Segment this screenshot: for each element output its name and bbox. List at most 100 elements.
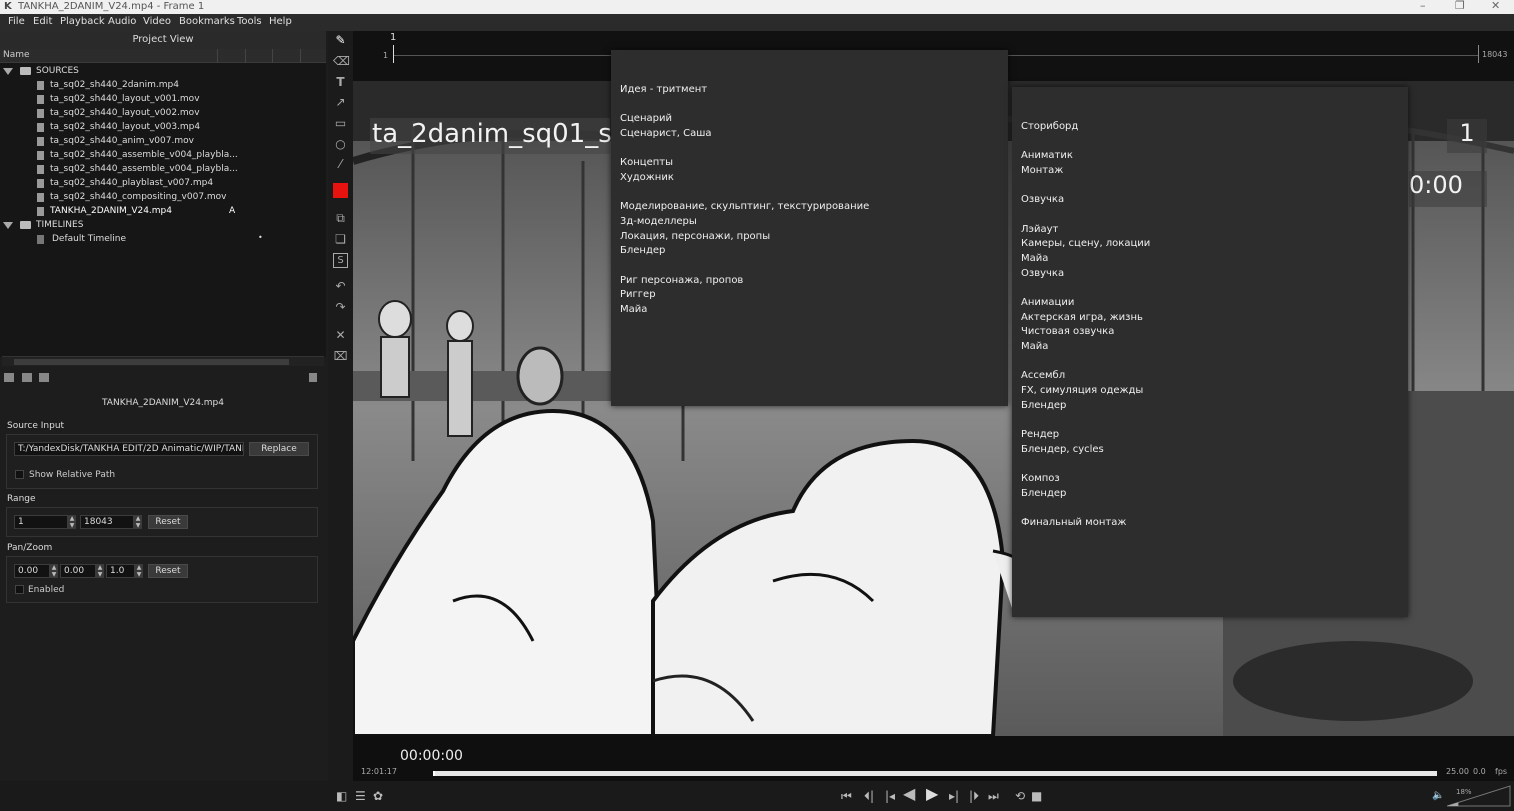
- project-tree[interactable]: Name SOURCES ta_sq02_sh440_2danim.mp4 ta…: [0, 49, 326, 357]
- list-item[interactable]: ta_sq02_sh440_assemble_v004_playbla...: [0, 149, 326, 163]
- rectangle-icon[interactable]: ▭: [333, 116, 348, 131]
- column-name[interactable]: Name: [3, 50, 30, 60]
- go-end-icon[interactable]: ⏭: [988, 789, 999, 803]
- color-swatch[interactable]: [333, 183, 348, 198]
- pan-y-spinner[interactable]: ▲ ▼: [96, 564, 104, 578]
- burnin-frame: 1: [1447, 119, 1487, 153]
- layout-icon[interactable]: ◧: [336, 789, 347, 803]
- range-end-field[interactable]: 18043: [80, 515, 134, 529]
- clear-icon[interactable]: ✕: [333, 328, 348, 343]
- menu-bookmarks[interactable]: Bookmarks: [179, 16, 235, 27]
- loop-icon[interactable]: ⟲: [1015, 789, 1025, 803]
- list-item[interactable]: Default Timeline •: [0, 233, 326, 247]
- list-item[interactable]: ta_sq02_sh440_assemble_v004_playbla...: [0, 163, 326, 177]
- new-folder-icon[interactable]: [4, 373, 14, 382]
- zoom-spinner[interactable]: ▲ ▼: [135, 564, 143, 578]
- range-start-spinner[interactable]: ▲ ▼: [68, 515, 76, 529]
- timeline-scrubber[interactable]: [433, 771, 1437, 776]
- stop-icon[interactable]: ■: [1031, 789, 1042, 803]
- circle-icon[interactable]: ○: [333, 137, 348, 152]
- pen-icon[interactable]: ✎: [333, 33, 348, 48]
- tree-folder-timelines[interactable]: TIMELINES: [0, 219, 326, 233]
- volume-icon[interactable]: 🔈: [1432, 789, 1444, 803]
- notes-popup-left[interactable]: Идея - тритмент Сценарий Сценарист, Саша…: [611, 50, 1008, 406]
- redo-icon[interactable]: ↷: [333, 300, 348, 315]
- note-line: Блендер: [620, 245, 666, 256]
- range-end-spinner[interactable]: ▲ ▼: [134, 515, 142, 529]
- note-line: Сториборд: [1021, 121, 1079, 132]
- timeline-icon: [37, 235, 44, 244]
- dropper-icon[interactable]: ⁄: [333, 157, 348, 172]
- pan-x-spinner[interactable]: ▲ ▼: [50, 564, 58, 578]
- folder-icon: [20, 67, 31, 75]
- panzoom-group: 0.00 ▲ ▼ 0.00 ▲ ▼ 1.0 ▲ ▼ Reset Enabled: [6, 556, 318, 603]
- list-item[interactable]: ta_sq02_sh440_2danim.mp4: [0, 79, 326, 93]
- scrollbar-thumb[interactable]: [14, 359, 289, 365]
- note-line: Лэйаут: [1021, 224, 1059, 235]
- copy-frame-icon[interactable]: ⧉: [333, 211, 348, 226]
- panzoom-enabled-checkbox[interactable]: [15, 585, 24, 594]
- menu-playback[interactable]: Playback: [60, 16, 105, 27]
- play-reverse-icon[interactable]: ◀: [903, 786, 915, 802]
- palette-icon[interactable]: ✿: [373, 789, 383, 803]
- tree-scrollbar[interactable]: [2, 356, 324, 366]
- import-icon[interactable]: [39, 373, 49, 382]
- expand-icon[interactable]: [3, 222, 13, 229]
- next-mark-icon[interactable]: |⏵: [969, 789, 979, 803]
- notes-popup-right[interactable]: Сториборд Аниматик Монтаж Озвучка Лэйаут…: [1012, 87, 1408, 617]
- menu-audio[interactable]: Audio: [108, 16, 136, 27]
- text-icon[interactable]: T: [333, 75, 348, 90]
- tree-folder-sources[interactable]: SOURCES: [0, 65, 326, 79]
- menu-file[interactable]: File: [8, 16, 25, 27]
- replace-button[interactable]: Replace: [249, 442, 309, 456]
- pan-x-field[interactable]: 0.00: [14, 564, 50, 578]
- list-item[interactable]: ta_sq02_sh440_compositing_v007.mov: [0, 191, 326, 205]
- range-start-field[interactable]: 1: [14, 515, 68, 529]
- menu-tools[interactable]: Tools: [237, 16, 262, 27]
- note-line: Майа: [1021, 253, 1049, 264]
- menu-help[interactable]: Help: [269, 16, 292, 27]
- menu-video[interactable]: Video: [143, 16, 171, 27]
- zoom-field[interactable]: 1.0: [106, 564, 135, 578]
- play-icon[interactable]: ▶: [926, 786, 938, 802]
- range-reset-button[interactable]: Reset: [148, 515, 188, 529]
- list-item-active[interactable]: TANKHA_2DANIM_V24.mp4 A: [0, 205, 326, 219]
- source-path-field[interactable]: T:/YandexDisk/TANKHA EDIT/2D Animatic/WI…: [14, 442, 244, 456]
- clear-all-icon[interactable]: ⌧: [333, 349, 348, 364]
- s-icon[interactable]: S: [333, 253, 348, 268]
- list-icon[interactable]: ☰: [355, 789, 366, 803]
- relative-path-checkbox[interactable]: [15, 470, 24, 479]
- go-start-icon[interactable]: ⏮: [841, 789, 852, 803]
- menu-edit[interactable]: Edit: [33, 16, 52, 27]
- file-icon: [37, 109, 44, 118]
- active-marker: A: [229, 206, 236, 216]
- duplicate-icon[interactable]: [22, 373, 32, 382]
- minimize-icon[interactable]: –: [1420, 0, 1426, 12]
- panzoom-reset-button[interactable]: Reset: [148, 564, 188, 578]
- list-item[interactable]: ta_sq02_sh440_layout_v002.mov: [0, 107, 326, 121]
- eraser-icon[interactable]: ⌫: [333, 54, 350, 69]
- volume-percent: 18%: [1456, 788, 1472, 796]
- note-line: Майа: [1021, 341, 1049, 352]
- transport-bar: ◧ ☰ ✿ ⏮ ⏴| |◂ ◀ ▶ ▸| |⏵ ⏭ ⟲ ■ 🔈 18%: [0, 781, 1514, 811]
- paste-frame-icon[interactable]: ❏: [333, 232, 348, 247]
- note-line: Моделирование, скульптинг, текстурирован…: [620, 201, 870, 212]
- step-back-icon[interactable]: |◂: [885, 789, 895, 803]
- note-line: Сценарий: [620, 113, 672, 124]
- maximize-icon[interactable]: ❐: [1455, 0, 1465, 12]
- step-forward-icon[interactable]: ▸|: [949, 789, 959, 803]
- arrow-icon[interactable]: ↗: [333, 95, 348, 110]
- list-item[interactable]: ta_sq02_sh440_layout_v003.mp4: [0, 121, 326, 135]
- expand-icon[interactable]: [3, 68, 13, 75]
- close-icon[interactable]: ✕: [1491, 0, 1500, 12]
- note-line: Майа: [620, 304, 648, 315]
- undo-icon[interactable]: ↶: [333, 279, 348, 294]
- playhead[interactable]: [393, 45, 394, 63]
- pan-y-field[interactable]: 0.00: [60, 564, 96, 578]
- list-item[interactable]: ta_sq02_sh440_layout_v001.mov: [0, 93, 326, 107]
- note-line: FX, симуляция одежды: [1021, 385, 1144, 396]
- list-item[interactable]: ta_sq02_sh440_anim_v007.mov: [0, 135, 326, 149]
- prev-mark-icon[interactable]: ⏴|: [864, 789, 874, 803]
- list-item[interactable]: ta_sq02_sh440_playblast_v007.mp4: [0, 177, 326, 191]
- trash-icon[interactable]: [309, 373, 317, 382]
